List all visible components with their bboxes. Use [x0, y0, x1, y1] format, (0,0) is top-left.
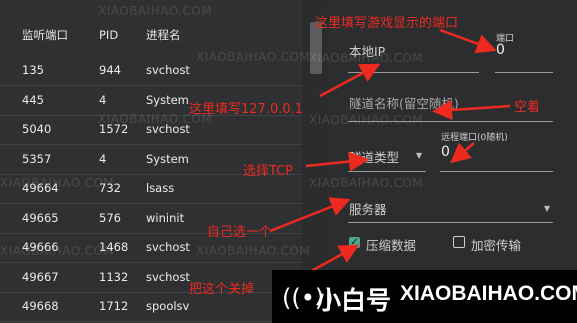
annotation-port-hint: 这里填写游戏显示的端口	[315, 16, 459, 31]
annotation-server-hint: 自己选一个	[207, 225, 273, 240]
brand-name: 小白号	[316, 286, 392, 315]
annotation-type-hint: 选择TCP	[243, 164, 294, 179]
arrow-to-local-ip	[319, 63, 381, 98]
annotation-compress-hint: 把这个关掉	[189, 282, 255, 297]
broadcast-icon: ((•))	[282, 284, 334, 312]
arrow-to-remote-port	[450, 142, 475, 164]
arrow-to-port	[439, 28, 497, 54]
arrow-to-tunnel-type	[305, 151, 369, 172]
brand-domain: XIAOBAIHAO.COM	[400, 282, 577, 305]
arrow-to-tunnel-name	[432, 99, 511, 120]
arrow-to-server	[269, 197, 351, 233]
annotation-name-hint: 空着	[514, 100, 541, 115]
annotation-ip-hint: 这里填写127.0.0.1	[189, 102, 304, 117]
